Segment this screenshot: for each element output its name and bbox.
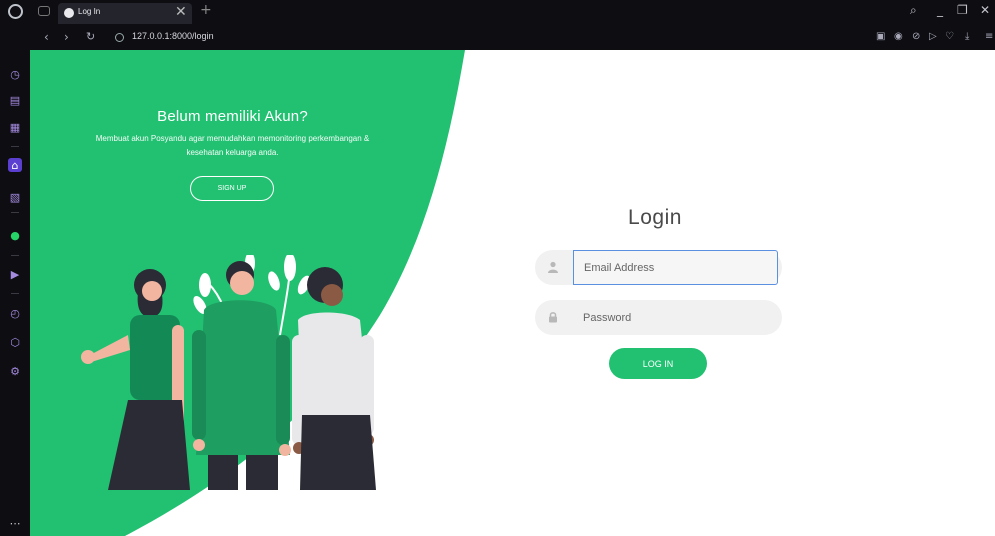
back-icon[interactable]: ‹: [44, 30, 49, 44]
reload-icon[interactable]: ↻: [86, 30, 95, 43]
password-field: [535, 300, 782, 335]
tab-bar: Log In ✕ + ⌕ _ ❐ ✕: [0, 0, 995, 24]
people-illustration: [81, 255, 376, 490]
minimize-button[interactable]: _: [937, 3, 943, 17]
login-page: Belum memiliki Akun? Membuat akun Posyan…: [30, 50, 995, 536]
promo-text: Membuat akun Posyandu agar memudahkan me…: [95, 134, 370, 157]
adblock-icon[interactable]: ⊘: [912, 31, 920, 42]
password-input[interactable]: [583, 300, 773, 335]
extensions-icon[interactable]: ⬡: [8, 335, 22, 349]
tab-login[interactable]: Log In ✕: [58, 3, 192, 24]
sidebar-divider: [11, 146, 19, 147]
speed-dial-icon[interactable]: ◷: [8, 67, 22, 81]
site-info-icon[interactable]: [115, 33, 124, 42]
player-icon[interactable]: ▷: [929, 31, 937, 42]
camera-icon[interactable]: ◉: [894, 31, 903, 42]
close-window-button[interactable]: ✕: [980, 3, 990, 17]
favicon-icon: [64, 8, 74, 18]
lock-icon: [549, 312, 557, 323]
tab-overview-icon[interactable]: [38, 6, 50, 16]
opera-sidebar: ◷ ▤ ▦ ⌂ ▧ ● ▶ ◴ ⬡ ⚙ ⋯: [0, 50, 30, 536]
sidebar-divider: [11, 212, 19, 213]
email-field: [535, 250, 782, 285]
sidebar-divider: [11, 293, 19, 294]
twitch-icon[interactable]: ▦: [8, 120, 22, 134]
home-icon[interactable]: ⌂: [8, 158, 22, 172]
menu-icon[interactable]: ≡: [985, 31, 993, 42]
opera-logo-icon[interactable]: [8, 4, 23, 19]
tab-title: Log In: [78, 7, 101, 16]
promo-title: Belum memiliki Akun?: [157, 108, 308, 125]
settings-gear-icon[interactable]: ⚙: [8, 364, 22, 378]
url-text[interactable]: 127.0.0.1:8000/login: [132, 31, 214, 41]
user-icon: [548, 261, 558, 273]
player-sidebar-icon[interactable]: ▶: [8, 267, 22, 281]
email-input[interactable]: [573, 250, 778, 285]
signup-promo: Belum memiliki Akun? Membuat akun Posyan…: [90, 108, 375, 160]
restore-button[interactable]: ❐: [957, 3, 968, 17]
whatsapp-icon[interactable]: ●: [8, 228, 22, 242]
address-bar: ‹ › ↻ 127.0.0.1:8000/login ▣ ◉ ⊘ ▷ ♡ ⤓ ≡: [30, 26, 995, 50]
search-tabs-icon[interactable]: ⌕: [910, 3, 917, 18]
shopping-bag-icon[interactable]: ▤: [8, 93, 22, 107]
heart-icon[interactable]: ♡: [945, 31, 954, 42]
history-icon[interactable]: ◴: [8, 306, 22, 320]
snapshot-icon[interactable]: ▣: [876, 31, 885, 42]
new-tab-button[interactable]: +: [200, 2, 212, 18]
forward-icon[interactable]: ›: [64, 30, 69, 44]
close-tab-icon[interactable]: ✕: [175, 4, 187, 20]
signup-button[interactable]: SIGN UP: [190, 176, 274, 201]
browser-chrome: Log In ✕ + ⌕ _ ❐ ✕ ‹ › ↻ 127.0.0.1:8000/…: [0, 0, 995, 50]
more-icon[interactable]: ⋯: [8, 516, 22, 530]
download-icon[interactable]: ⤓: [965, 31, 969, 42]
gamepad-icon[interactable]: ▧: [8, 190, 22, 204]
sidebar-divider: [11, 255, 19, 256]
login-title: Login: [628, 206, 682, 229]
login-button[interactable]: LOG IN: [609, 348, 707, 379]
